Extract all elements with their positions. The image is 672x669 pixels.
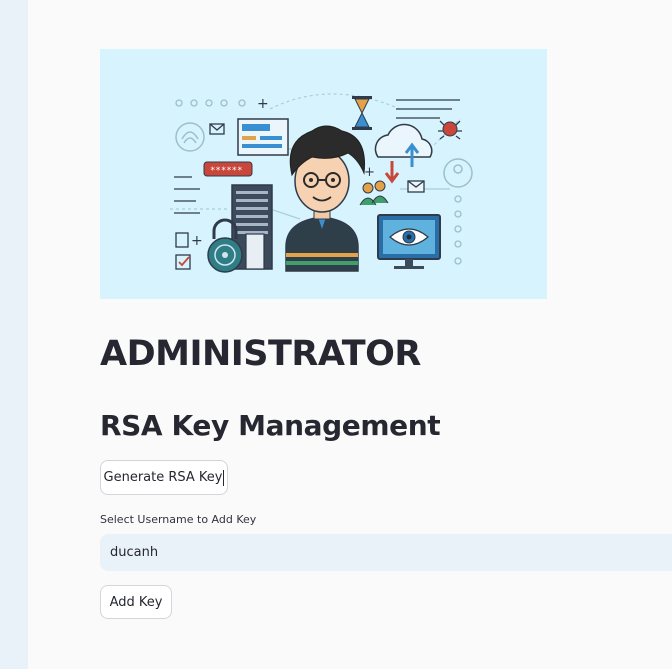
generate-rsa-key-button[interactable]: Generate RSA Key — [100, 460, 228, 495]
username-select-value: ducanh — [110, 545, 159, 560]
generate-rsa-key-label: Generate RSA Key — [103, 470, 223, 485]
text-cursor — [223, 469, 225, 486]
svg-text:+: + — [257, 96, 269, 112]
password-stars: ****** — [210, 166, 243, 176]
add-key-label: Add Key — [109, 594, 163, 610]
sidebar — [0, 0, 28, 669]
add-key-button[interactable]: Add Key — [100, 585, 172, 619]
svg-text:+: + — [364, 165, 375, 180]
section-heading: RSA Key Management — [100, 409, 441, 442]
page-title: ADMINISTRATOR — [100, 334, 421, 374]
admin-illustration: + + + ****** — [100, 49, 547, 299]
username-select-label: Select Username to Add Key — [100, 513, 257, 526]
main-content: + + + ****** ADMINISTRATOR RSA Key Manag… — [28, 0, 672, 669]
svg-text:+: + — [191, 233, 203, 249]
admin-illustration-svg: + + + ****** — [170, 93, 473, 273]
username-select[interactable]: ducanh — [100, 534, 672, 571]
